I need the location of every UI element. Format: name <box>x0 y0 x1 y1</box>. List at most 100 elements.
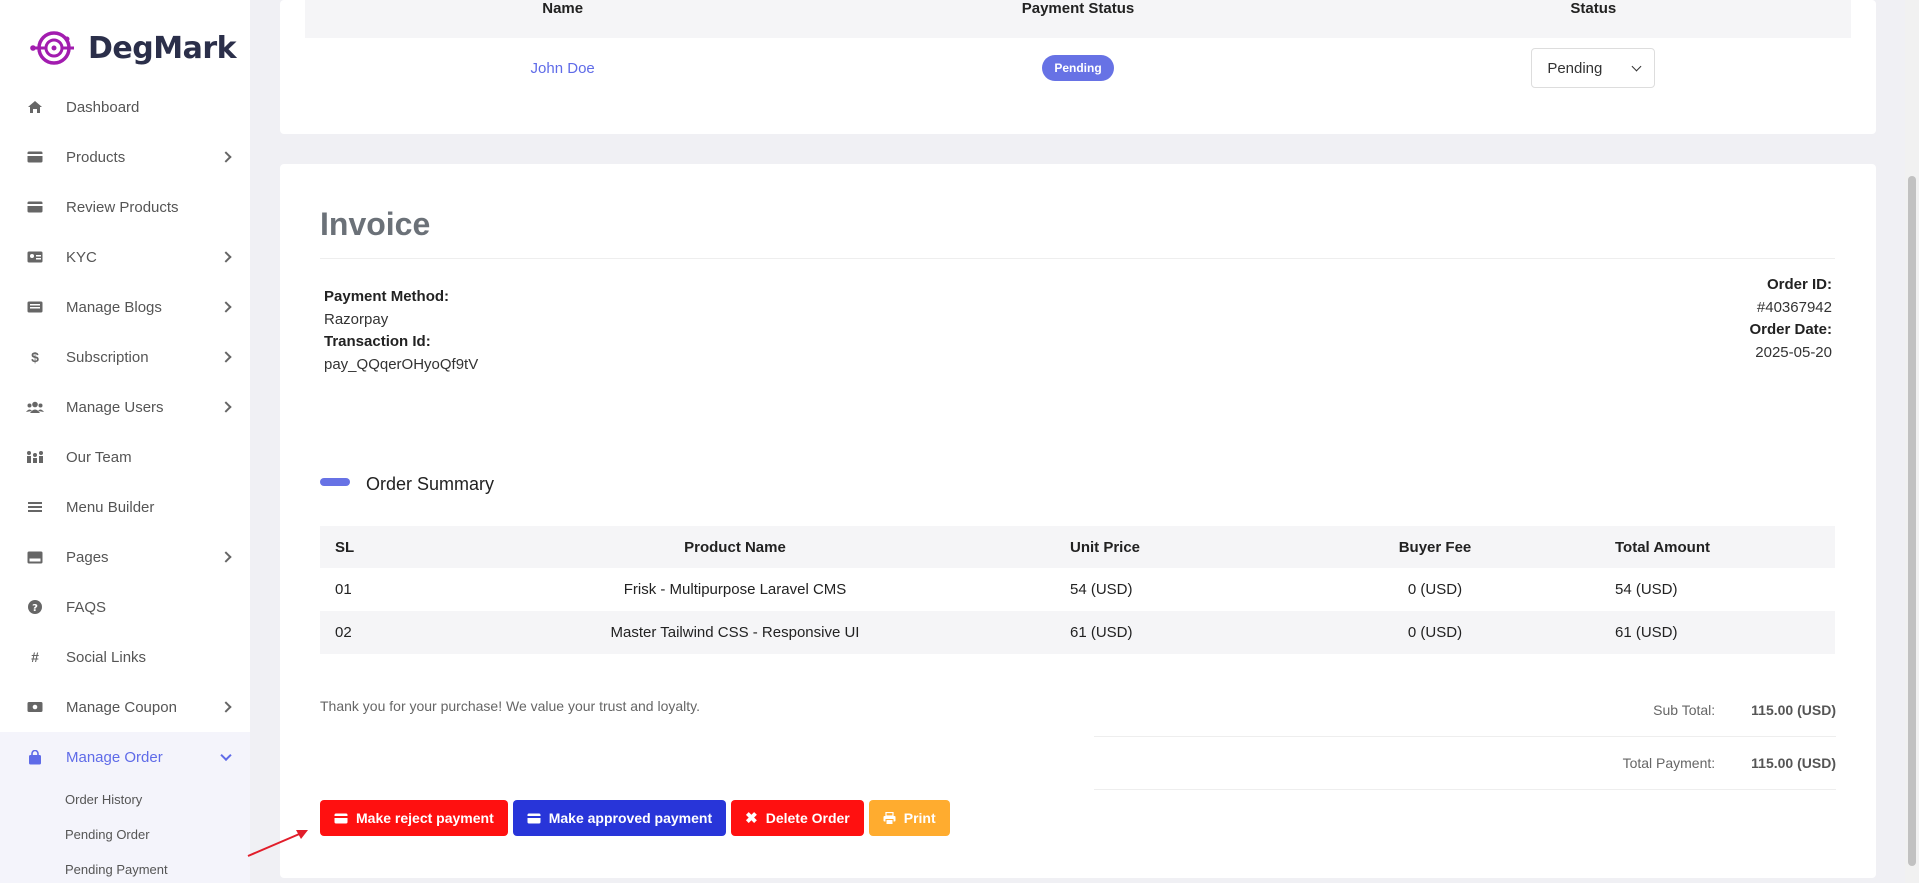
transaction-id-label: Transaction Id: <box>324 333 431 350</box>
sidebar-item-label: Manage Coupon <box>66 698 177 716</box>
team-icon <box>26 448 44 466</box>
delete-order-button[interactable]: ✖ Delete Order <box>731 800 864 836</box>
sidebar-item-subscription[interactable]: $ Subscription <box>0 332 250 382</box>
cell-buyer-fee: 0 (USD) <box>1407 624 1463 641</box>
chevron-right-icon <box>220 251 232 263</box>
sidebar-item-label: Subscription <box>66 348 149 366</box>
order-id-value: #40367942 <box>1756 298 1832 316</box>
make-reject-payment-label: Make reject payment <box>356 810 494 826</box>
sidebar: DegMark Dashboard Products Review Produc… <box>0 0 250 883</box>
make-reject-payment-button[interactable]: Make reject payment <box>320 800 508 836</box>
sidebar-item-menu-builder[interactable]: Menu Builder <box>0 482 250 532</box>
status-select[interactable]: Pending <box>1531 48 1656 88</box>
sidebar-subitem-pending-order[interactable]: Pending Order <box>0 817 250 852</box>
svg-text:?: ? <box>32 603 38 614</box>
home-icon <box>26 98 44 116</box>
sidebar-item-label: Dashboard <box>66 98 140 116</box>
sidebar-item-faqs[interactable]: ? FAQS <box>0 582 250 632</box>
cell-product-name: Master Tailwind CSS - Responsive UI <box>610 624 860 641</box>
sidebar-nav: Dashboard Products Review Products KYC M… <box>0 82 250 883</box>
brand-name: DegMark <box>88 30 237 66</box>
payment-method-label: Payment Method: <box>324 288 450 305</box>
col-buyer-fee-header: Buyer Fee <box>1398 538 1472 556</box>
cell-unit-price: 61 (USD) <box>1070 624 1133 641</box>
sidebar-item-manage-order[interactable]: Manage Order <box>0 732 250 782</box>
thank-you-message: Thank you for your purchase! We value yo… <box>320 698 701 714</box>
sidebar-item-kyc[interactable]: KYC <box>0 232 250 282</box>
sidebar-item-label: Menu Builder <box>66 498 155 516</box>
sidebar-item-dashboard[interactable]: Dashboard <box>0 82 250 132</box>
total-payment-label: Total Payment: <box>1622 755 1716 771</box>
cell-buyer-fee: 0 (USD) <box>1407 581 1463 598</box>
order-summary-title: Order Summary <box>366 474 495 494</box>
order-summary-heading: Order Summary <box>320 474 494 495</box>
payment-status-badge: Pending <box>1042 55 1114 81</box>
cell-sl: 01 <box>335 581 352 598</box>
order-date-value: 2025-05-20 <box>1755 343 1832 361</box>
sidebar-item-review-products[interactable]: Review Products <box>0 182 250 232</box>
order-id-label: Order ID: <box>1766 276 1832 293</box>
divider <box>320 258 1835 259</box>
arrow-annotation <box>247 830 308 857</box>
col-sl-header: SL <box>335 538 355 556</box>
sidebar-item-label: Manage Users <box>66 398 164 416</box>
customer-name-link[interactable]: John Doe <box>531 60 595 77</box>
sidebar-item-manage-blogs[interactable]: Manage Blogs <box>0 282 250 332</box>
table-row: 02 Master Tailwind CSS - Responsive UI 6… <box>320 611 1835 654</box>
sidebar-item-social-links[interactable]: # Social Links <box>0 632 250 682</box>
sidebar-item-our-team[interactable]: Our Team <box>0 432 250 482</box>
sidebar-subitem-order-history[interactable]: Order History <box>0 782 250 817</box>
print-button[interactable]: Print <box>868 800 950 836</box>
col-unit-price-header: Unit Price <box>1070 538 1141 556</box>
order-info: Order ID: #40367942 Order Date: 2025-05-… <box>1749 274 1832 364</box>
chevron-right-icon <box>220 701 232 713</box>
total-payment-value: 115.00 (USD) <box>1751 755 1836 771</box>
col-payment-status-header: Payment Status <box>1021 0 1135 17</box>
sidebar-submenu-manage-order: Order History Pending Order Pending Paym… <box>0 782 250 883</box>
sidebar-item-label: FAQS <box>66 598 107 616</box>
brand-logo[interactable]: DegMark <box>30 24 237 72</box>
chevron-down-icon <box>1631 61 1642 71</box>
sub-total-label: Sub Total: <box>1653 701 1716 718</box>
sub-total-row: Sub Total: 115.00 (USD) <box>1094 683 1836 736</box>
sub-total-value: 115.00 (USD) <box>1751 701 1836 718</box>
logo-icon <box>30 31 74 65</box>
accent-bar <box>320 477 350 486</box>
scrollbar-thumb[interactable] <box>1908 176 1916 866</box>
sidebar-item-products[interactable]: Products <box>0 132 250 182</box>
chevron-right-icon <box>220 151 232 163</box>
sidebar-item-pages[interactable]: Pages <box>0 532 250 582</box>
sidebar-item-manage-users[interactable]: Manage Users <box>0 382 250 432</box>
printer-icon <box>883 811 896 825</box>
print-label: Print <box>903 810 936 826</box>
sidebar-item-label: Products <box>66 148 126 166</box>
chevron-right-icon <box>220 401 232 413</box>
order-table-header: Name Payment Status Status <box>305 0 1851 38</box>
make-approved-payment-button[interactable]: Make approved payment <box>512 800 727 836</box>
sidebar-item-label: Pages <box>66 548 109 566</box>
cell-unit-price: 54 (USD) <box>1070 581 1133 598</box>
items-table: SL Product Name Unit Price Buyer Fee Tot… <box>320 526 1835 654</box>
sidebar-item-label: Social Links <box>66 648 147 666</box>
sidebar-item-label: Our Team <box>66 448 132 466</box>
cell-sl: 02 <box>335 624 352 641</box>
table-row: John Doe Pending Pending <box>305 38 1851 98</box>
col-status-header: Status <box>1570 0 1617 17</box>
payment-method-value: Razorpay <box>324 310 389 328</box>
coupon-icon <box>26 698 44 716</box>
table-row: 01 Frisk - Multipurpose Laravel CMS 54 (… <box>320 568 1835 611</box>
col-product-name-header: Product Name <box>684 538 786 556</box>
items-table-header: SL Product Name Unit Price Buyer Fee Tot… <box>320 526 1835 568</box>
scrollbar[interactable] <box>1905 0 1919 883</box>
payment-info: Payment Method: Razorpay Transaction Id:… <box>324 286 478 376</box>
blog-icon <box>26 298 44 316</box>
credit-card-icon <box>527 813 541 823</box>
id-card-icon <box>26 248 44 266</box>
bag-icon <box>26 748 44 766</box>
chevron-down-icon <box>220 749 232 762</box>
sidebar-subitem-pending-payment[interactable]: Pending Payment <box>0 852 250 883</box>
cell-total-amount: 54 (USD) <box>1615 581 1678 598</box>
sidebar-item-manage-coupon[interactable]: Manage Coupon <box>0 682 250 732</box>
pages-icon <box>26 548 44 566</box>
order-card: Name Payment Status Status John Doe Pend… <box>280 0 1876 134</box>
